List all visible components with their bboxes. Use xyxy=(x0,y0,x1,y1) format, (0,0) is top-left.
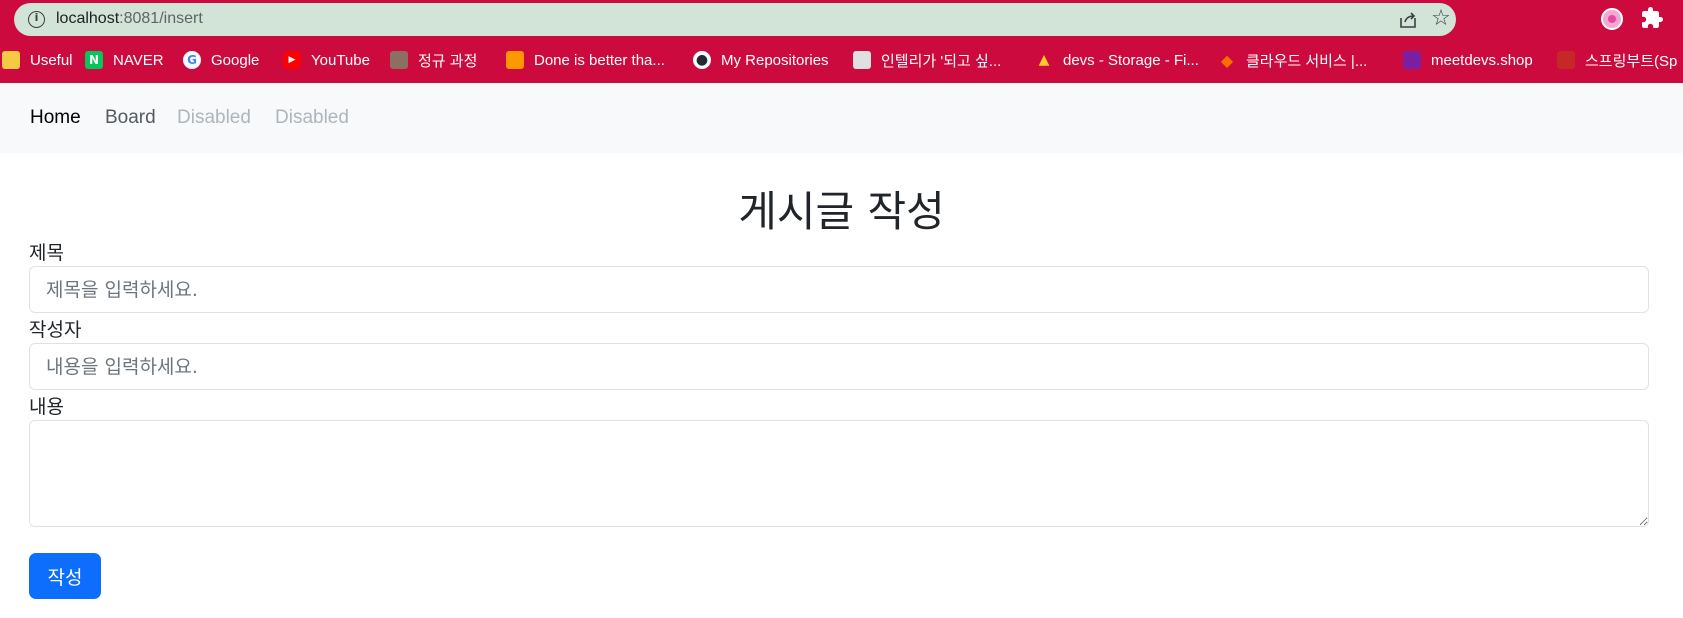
bookmark-label: 스프링부트(Sp xyxy=(1585,52,1678,70)
firebase-icon: ▲ xyxy=(1038,52,1050,68)
bookmark-star-icon[interactable]: ☆ xyxy=(1429,7,1453,31)
bookmarks-bar: Useful N NAVER G Google ▶ YouTube 정규 과정 Done is … xyxy=(0,47,1683,73)
bookmark-label: devs - Storage - Fi... xyxy=(1063,51,1199,69)
nav-disabled-2: Disabled xyxy=(275,107,349,128)
bookmark-label: Done is better tha... xyxy=(534,51,665,69)
content-label: 내용 xyxy=(29,396,64,418)
content-textarea[interactable] xyxy=(29,420,1649,527)
naver-icon: N xyxy=(85,51,103,69)
bookmark-item[interactable]: ● My Repositories xyxy=(693,47,829,73)
address-url[interactable]: localhost:8081/insert xyxy=(56,10,203,28)
bookmark-item[interactable]: Done is better tha... xyxy=(506,47,665,73)
site-info-icon[interactable] xyxy=(28,11,45,28)
bookmark-item[interactable]: ▲ devs - Storage - Fi... xyxy=(1035,47,1199,73)
nav-home[interactable]: Home xyxy=(30,107,81,129)
bookmark-item[interactable]: Useful xyxy=(2,47,73,73)
bookmark-item[interactable]: ▶ YouTube xyxy=(283,47,370,73)
bookmark-favicon-icon xyxy=(1403,51,1421,69)
cloud-service-icon: ◆ xyxy=(1220,50,1234,70)
site-navbar: Home Board Disabled Disabled xyxy=(0,83,1683,153)
bookmark-label: NAVER xyxy=(113,51,164,69)
submit-button[interactable]: 작성 xyxy=(29,553,101,599)
address-bar[interactable]: localhost:8081/insert ☆ xyxy=(14,3,1456,36)
share-icon[interactable] xyxy=(1398,10,1418,30)
bookmark-item[interactable]: meetdevs.shop xyxy=(1403,47,1533,73)
bookmark-item[interactable]: 스프링부트(Sp xyxy=(1557,47,1677,73)
bookmark-item[interactable]: G Google xyxy=(183,47,259,73)
youtube-icon: ▶ xyxy=(283,51,301,69)
profile-avatar-icon[interactable] xyxy=(1601,8,1623,30)
bookmark-favicon-icon xyxy=(1557,51,1575,69)
writer-label: 작성자 xyxy=(29,319,82,341)
bookmark-label: Google xyxy=(211,51,260,69)
bookmark-label: YouTube xyxy=(311,51,370,69)
bookmark-label: Useful xyxy=(30,51,73,69)
bookmark-favicon-icon xyxy=(506,51,524,69)
title-label: 제목 xyxy=(29,242,64,264)
bookmark-favicon-icon xyxy=(390,51,408,69)
bookmark-favicon-icon xyxy=(853,51,871,69)
nav-board[interactable]: Board xyxy=(105,107,156,129)
bookmark-item[interactable]: 인텔리가 '되고 싶... xyxy=(853,47,1001,73)
bookmark-item[interactable]: 정규 과정 xyxy=(390,47,477,73)
bookmark-item[interactable]: ◆ 클라우드 서비스 |... xyxy=(1218,47,1368,73)
bookmark-item[interactable]: N NAVER xyxy=(85,47,164,73)
bookmark-label: My Repositories xyxy=(721,51,829,69)
bookmark-label: 인텔리가 '되고 싶... xyxy=(881,52,1002,70)
google-icon: G xyxy=(183,51,201,69)
title-input[interactable] xyxy=(29,266,1649,313)
bookmark-label: meetdevs.shop xyxy=(1431,51,1533,69)
writer-input[interactable] xyxy=(29,343,1649,390)
url-path: :8081/insert xyxy=(119,10,203,27)
extensions-puzzle-icon[interactable] xyxy=(1640,6,1664,30)
url-host: localhost xyxy=(56,10,120,27)
nav-disabled-1: Disabled xyxy=(177,107,251,128)
page-title: 게시글 작성 xyxy=(738,187,945,236)
browser-chrome: localhost:8081/insert ☆ Useful N NAVER G Goo… xyxy=(0,0,1683,83)
folder-icon xyxy=(2,51,20,69)
bookmark-label: 클라우드 서비스 |... xyxy=(1246,52,1368,70)
bookmark-label: 정규 과정 xyxy=(418,52,478,70)
github-icon: ● xyxy=(693,51,711,69)
